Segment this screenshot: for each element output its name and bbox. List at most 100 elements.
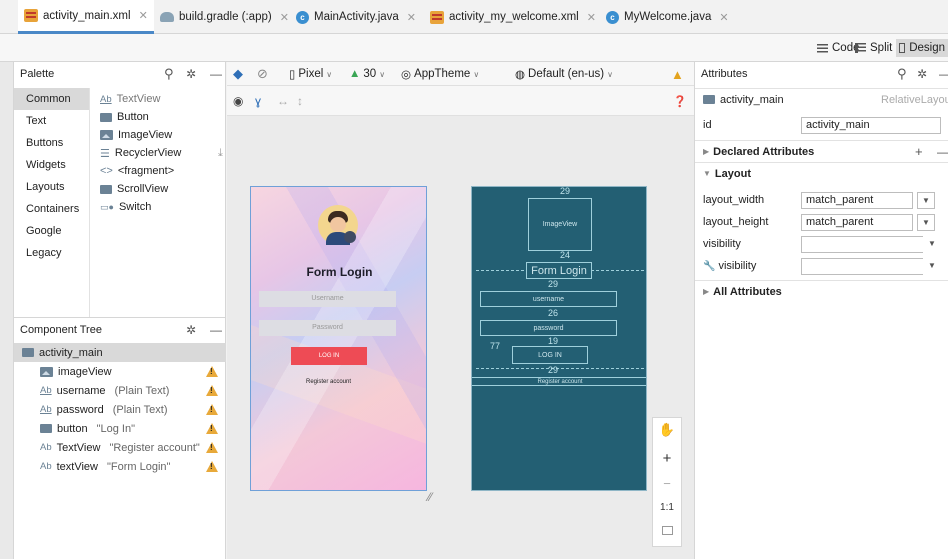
blueprint-username[interactable]: username	[480, 291, 617, 307]
chevron-down-icon[interactable]: ▼	[917, 214, 935, 231]
vertical-arrow-icon[interactable]: ↕	[297, 93, 303, 109]
warning-icon[interactable]	[206, 404, 218, 415]
minimize-icon[interactable]: —	[210, 323, 222, 337]
gear-icon[interactable]: ✲	[917, 67, 927, 81]
zoom-fit-icon[interactable]	[662, 526, 673, 535]
tree-row-button[interactable]: button "Log In"	[14, 419, 226, 438]
all-attributes-section[interactable]: ▶ All Attributes	[695, 280, 948, 302]
avatar[interactable]	[318, 205, 358, 245]
layout-section[interactable]: ▼ Layout	[695, 162, 948, 184]
tree-row-activity-main[interactable]: activity_main	[14, 343, 226, 362]
minimize-icon[interactable]: —	[939, 67, 948, 81]
register-link[interactable]: Register account	[251, 379, 406, 385]
palette-category-buttons[interactable]: Buttons	[14, 132, 89, 154]
blueprint-password[interactable]: password	[480, 320, 617, 336]
zoom-in-icon[interactable]: +	[653, 450, 681, 467]
layout-height-field[interactable]: match_parent	[801, 214, 913, 231]
palette-category-widgets[interactable]: Widgets	[14, 154, 89, 176]
palette-item-scrollview[interactable]: ScrollView	[100, 180, 168, 198]
blueprint-view[interactable]: ImageView 29 24 Form Login 29 username 2…	[471, 186, 647, 491]
tools-visibility-field[interactable]	[801, 258, 941, 275]
close-icon[interactable]: ✕	[139, 9, 148, 22]
blueprint-register[interactable]: Register account	[472, 377, 646, 386]
split-mode-button[interactable]: Split	[852, 39, 895, 57]
chevron-down-icon[interactable]: ▼	[917, 192, 935, 209]
tree-row-imageview[interactable]: imageView	[14, 362, 226, 381]
gear-icon[interactable]: ✲	[186, 67, 196, 81]
layout-width-field[interactable]: match_parent	[801, 192, 913, 209]
warning-icon[interactable]: ▲	[671, 66, 684, 82]
close-icon[interactable]: ✕	[280, 11, 289, 24]
palette-item-switch[interactable]: ▭● Switch	[100, 198, 151, 216]
layers-icon[interactable]: ◆	[233, 66, 243, 82]
tree-row-username[interactable]: Ab username (Plain Text)	[14, 381, 226, 400]
theme-icon: ◎	[401, 69, 412, 81]
magnet-icon[interactable]: ɣ	[255, 93, 261, 109]
theme-selector[interactable]: ◎ AppTheme ∨	[401, 66, 479, 82]
warning-icon[interactable]	[206, 442, 218, 453]
pan-hand-icon[interactable]: ✋	[653, 422, 681, 438]
tree-row-register-textview[interactable]: Ab TextView "Register account"	[14, 438, 226, 457]
close-icon[interactable]: ✕	[407, 11, 416, 24]
tab-main-activity-java[interactable]: c MainActivity.java ✕	[296, 0, 416, 34]
warning-icon[interactable]	[206, 423, 218, 434]
palette-item-recyclerview[interactable]: ☰ RecyclerView ⤓	[100, 144, 223, 162]
eye-icon[interactable]: ◉	[233, 93, 243, 109]
palette-item-fragment[interactable]: <> <fragment>	[100, 162, 174, 180]
chevron-down-icon[interactable]: ▼	[923, 258, 941, 275]
chevron-down-icon[interactable]: ▼	[923, 236, 941, 253]
palette-category-common[interactable]: Common	[14, 88, 89, 110]
search-icon[interactable]: ⚲	[164, 66, 174, 82]
blueprint-login[interactable]: LOG IN	[512, 346, 588, 364]
device-selector[interactable]: ▯ Pixel ∨	[289, 66, 332, 82]
orientation-icon[interactable]: ⊘	[257, 66, 268, 82]
zoom-actual-size-button[interactable]: 1:1	[653, 502, 681, 513]
palette-category-containers[interactable]: Containers	[14, 198, 89, 220]
id-field[interactable]: activity_main	[801, 117, 941, 134]
visibility-field[interactable]	[801, 236, 941, 253]
password-field[interactable]: Password	[259, 320, 396, 336]
declared-attributes-section[interactable]: ▶ Declared Attributes + —	[695, 140, 948, 162]
blueprint-title[interactable]: Form Login	[526, 262, 592, 279]
palette-category-legacy[interactable]: Legacy	[14, 242, 89, 264]
tab-my-welcome-java[interactable]: c MyWelcome.java ✕	[606, 0, 729, 34]
design-mode-button[interactable]: Design	[896, 39, 948, 57]
search-icon[interactable]: ⚲	[897, 66, 907, 82]
wrench-icon: 🔧	[703, 260, 716, 272]
close-icon[interactable]: ✕	[719, 11, 728, 24]
tab-activity-my-welcome-xml[interactable]: activity_my_welcome.xml ✕	[430, 0, 596, 34]
resize-handle-icon[interactable]: ⁄⁄	[428, 490, 432, 504]
warning-icon[interactable]	[206, 385, 218, 396]
download-icon[interactable]: ⤓	[218, 147, 223, 160]
api-selector[interactable]: ▲ 30 ∨	[349, 66, 385, 82]
palette-item-button[interactable]: Button	[100, 108, 149, 126]
close-icon[interactable]: ✕	[587, 11, 596, 24]
palette-category-google[interactable]: Google	[14, 220, 89, 242]
tree-row-title-textview[interactable]: Ab textView "Form Login"	[14, 457, 226, 476]
minimize-icon[interactable]: —	[210, 67, 222, 81]
remove-icon[interactable]: —	[937, 145, 948, 159]
tree-row-password[interactable]: Ab password (Plain Text)	[14, 400, 226, 419]
tab-build-gradle[interactable]: build.gradle (:app) ✕	[160, 0, 289, 34]
palette-item-textview[interactable]: Ab TextView	[100, 90, 160, 108]
expand-icon: ▶	[703, 147, 710, 156]
gear-icon[interactable]: ✲	[186, 323, 196, 337]
palette-category-text[interactable]: Text	[14, 110, 89, 132]
username-field[interactable]: Username	[259, 291, 396, 307]
warning-icon[interactable]	[206, 461, 218, 472]
add-icon[interactable]: +	[915, 144, 923, 159]
tab-activity-main-xml[interactable]: activity_main.xml ✕	[18, 0, 154, 34]
login-button[interactable]: LOG IN	[291, 347, 367, 365]
palette-item-imageview[interactable]: ImageView	[100, 126, 172, 144]
image-icon	[40, 366, 53, 377]
help-icon[interactable]: ❓	[673, 93, 687, 109]
blueprint-imageview[interactable]: ImageView	[528, 198, 592, 251]
locale-selector[interactable]: ◍ Default (en-us) ∨	[515, 66, 613, 82]
warning-icon[interactable]	[206, 366, 218, 377]
horizontal-arrow-icon[interactable]: ↔	[277, 93, 289, 109]
xml-file-icon	[430, 10, 444, 24]
design-preview[interactable]: Form Login Username Password LOG IN Regi…	[250, 186, 427, 491]
preview-title[interactable]: Form Login	[251, 265, 426, 279]
zoom-out-icon[interactable]: −	[653, 476, 681, 491]
palette-category-layouts[interactable]: Layouts	[14, 176, 89, 198]
